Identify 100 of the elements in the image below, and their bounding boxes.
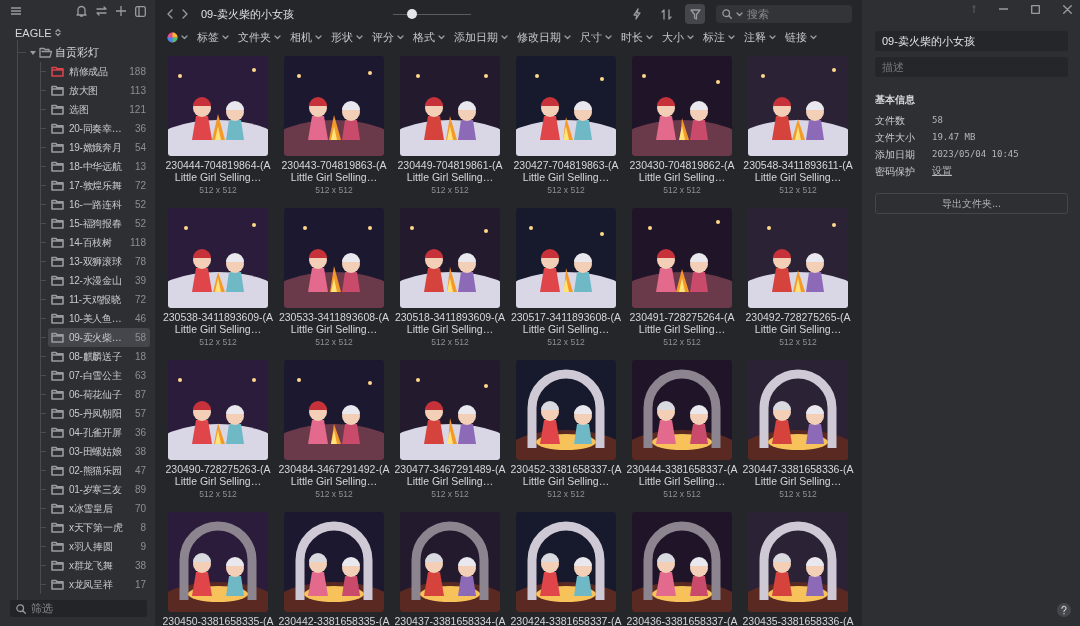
folder-icon [51, 503, 64, 515]
folder-icon [51, 142, 64, 154]
folder-icon [51, 579, 64, 591]
back-icon[interactable] [167, 9, 173, 19]
image-dimensions: 512 x 512 [199, 185, 237, 195]
caret-icon [605, 35, 612, 40]
search-icon [16, 603, 26, 614]
image-dimensions: 512 x 512 [779, 489, 817, 499]
caret-icon [736, 11, 743, 17]
folder-icon [51, 161, 64, 173]
caret-icon [501, 35, 508, 40]
caret-icon [181, 35, 188, 40]
caret-icon [769, 35, 776, 40]
forward-icon[interactable] [182, 9, 188, 19]
updown-icon [54, 28, 61, 38]
help-icon[interactable] [1057, 603, 1071, 617]
maximize-icon[interactable] [1031, 4, 1040, 14]
property-label: 密码保护 [875, 165, 916, 179]
filter-menu[interactable]: 形状 [331, 30, 363, 45]
caret-icon [356, 35, 363, 40]
file-name: 230427-704819863-(A Little Girl Selling… [512, 160, 620, 183]
folder-icon [51, 465, 64, 477]
folder-icon [51, 389, 64, 401]
zoom-slider[interactable] [392, 9, 471, 19]
filter-menu[interactable]: 标签 [197, 30, 229, 45]
property-value: 19.47 MB [932, 131, 977, 144]
color-wheel-icon [167, 32, 178, 43]
tree-item[interactable]: 自贡彩灯 [18, 43, 155, 63]
color-filter[interactable] [167, 32, 188, 43]
caret-icon [687, 35, 694, 40]
search-icon [722, 9, 732, 19]
file-name: 230452-3381658337-(A Little Girl Selling… [509, 464, 623, 487]
file-name: 230449-704819861-(A Little Girl Selling… [396, 160, 504, 183]
filter-menu[interactable]: 文件夹 [238, 30, 281, 45]
bell-icon[interactable] [76, 5, 87, 18]
swap-icon[interactable] [96, 6, 107, 17]
property-value: 2023/05/04 10:45 [932, 148, 1020, 161]
file-name: 230533-3411893608-(A Little Girl Selling… [277, 312, 391, 335]
image-dimensions: 512 x 512 [315, 489, 353, 499]
filter-menu[interactable]: 尺寸 [580, 30, 612, 45]
file-name: 230492-728275265-(A Little Girl Selling… [744, 312, 852, 335]
menu-icon[interactable] [11, 7, 21, 16]
section-heading: 基本信息 [875, 93, 916, 107]
folder-icon [51, 560, 64, 572]
image-dimensions: 512 x 512 [431, 337, 469, 347]
file-name: 230490-728275263-(A Little Girl Selling… [164, 464, 272, 487]
folder-icon [51, 218, 64, 230]
folder-icon [51, 199, 64, 211]
caret-icon [728, 35, 735, 40]
filter-menu[interactable]: 修改日期 [517, 30, 571, 45]
filter-menu[interactable]: 格式 [413, 30, 445, 45]
filter-menu[interactable]: 注释 [744, 30, 776, 45]
filter-menu[interactable]: 链接 [785, 30, 817, 45]
filter-menu[interactable]: 时长 [621, 30, 653, 45]
image-dimensions: 512 x 512 [547, 185, 585, 195]
image-dimensions: 512 x 512 [431, 185, 469, 195]
folder-icon [51, 484, 64, 496]
library-switcher[interactable]: EAGLE [0, 22, 155, 41]
filter-menu[interactable]: 标注 [703, 30, 735, 45]
caret-icon [564, 35, 571, 40]
filter-menu[interactable]: 大小 [662, 30, 694, 45]
file-name: 230477-3467291489-(A Little Girl Selling… [393, 464, 507, 487]
caret-icon [397, 35, 404, 40]
add-icon[interactable] [116, 6, 126, 17]
filter-menu[interactable]: 相机 [290, 30, 322, 45]
folder-icon [51, 123, 64, 135]
password-link[interactable]: 设置 [932, 165, 1068, 179]
image-dimensions: 512 x 512 [199, 489, 237, 499]
name-field[interactable]: 09-卖火柴的小女孩 [875, 31, 1068, 51]
close-icon[interactable] [1063, 4, 1072, 14]
slider-thumb[interactable] [407, 9, 418, 19]
filter-menu[interactable]: 评分 [372, 30, 404, 45]
description-field[interactable]: 描述 [875, 57, 1068, 77]
caret-icon [646, 35, 653, 40]
caret-icon [810, 35, 817, 40]
sort-icon [660, 8, 672, 20]
folder-icon [51, 351, 64, 363]
file-name: 230430-704819862-(A Little Girl Selling… [628, 160, 736, 183]
search-field[interactable]: 搜索 [716, 5, 852, 23]
caret-icon [274, 35, 281, 40]
folder-icon [51, 522, 64, 534]
filter-field[interactable]: 筛选 [10, 600, 147, 617]
expand-caret-icon[interactable] [30, 50, 36, 55]
image-dimensions: 512 x 512 [547, 489, 585, 499]
file-name: 230491-728275264-(A Little Girl Selling… [628, 312, 736, 335]
image-dimensions: 512 x 512 [663, 185, 701, 195]
export-button[interactable]: 导出文件夹... [875, 193, 1068, 214]
folder-icon [51, 85, 64, 97]
image-dimensions: 512 x 512 [315, 337, 353, 347]
filter-menu[interactable]: 添加日期 [454, 30, 508, 45]
file-name: 230447-3381658336-(A Little Girl Selling… [741, 464, 855, 487]
folder-icon [51, 541, 64, 553]
folder-icon [51, 180, 64, 192]
image-dimensions: 512 x 512 [547, 337, 585, 347]
toolbar-button[interactable] [685, 4, 705, 24]
panel-icon[interactable] [135, 5, 146, 17]
image-dimensions: 512 x 512 [663, 337, 701, 347]
property-value: 58 [932, 114, 944, 127]
folder-icon [51, 427, 64, 439]
file-name: 230443-704819863-(A Little Girl Selling… [280, 160, 388, 183]
